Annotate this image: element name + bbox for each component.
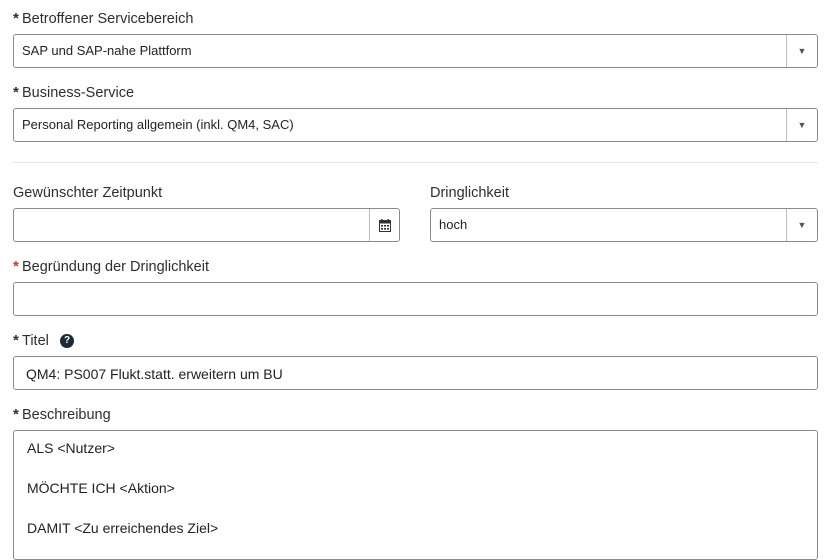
business-service-select[interactable]: Personal Reporting allgemein (inkl. QM4,… <box>13 108 818 142</box>
urgency-label: Dringlichkeit <box>430 185 509 201</box>
description-line: MÖCHTE ICH <Aktion> <box>27 480 175 496</box>
description-textarea[interactable]: ALS <Nutzer> MÖCHTE ICH <Aktion> DAMIT <… <box>13 430 818 560</box>
urgency-reason-input[interactable] <box>13 282 818 316</box>
service-area-label: * Betroffener Servicebereich <box>13 10 194 27</box>
urgency-select[interactable]: hoch ▼ <box>430 208 818 242</box>
business-service-value: Personal Reporting allgemein (inkl. QM4,… <box>22 117 294 132</box>
title-label: * Titel <box>13 332 49 349</box>
description-line: DAMIT <Zu erreichendes Ziel> <box>27 520 219 536</box>
calendar-icon[interactable] <box>369 209 399 241</box>
description-line: ALS <Nutzer> <box>27 440 115 456</box>
title-value: QM4: PS007 Flukt.statt. erweitern um BU <box>26 366 283 382</box>
desired-time-label: Gewünschter Zeitpunkt <box>13 185 163 201</box>
required-marker: * <box>13 332 19 349</box>
urgency-value: hoch <box>439 217 468 232</box>
service-area-select[interactable]: SAP und SAP-nahe Plattform ▼ <box>13 34 818 68</box>
service-area-value: SAP und SAP-nahe Plattform <box>22 43 192 58</box>
urgency-reason-label: * Begründung der Dringlichkeit <box>13 258 209 275</box>
section-divider <box>13 162 818 163</box>
required-marker: * <box>13 258 19 275</box>
help-icon[interactable]: ? <box>60 334 74 348</box>
required-marker: * <box>13 10 19 27</box>
description-label: * Beschreibung <box>13 406 111 423</box>
title-input[interactable]: QM4: PS007 Flukt.statt. erweitern um BU <box>13 356 818 390</box>
business-service-label: * Business-Service <box>13 84 135 101</box>
required-marker: * <box>13 406 19 423</box>
chevron-down-icon[interactable]: ▼ <box>786 209 817 241</box>
required-marker: * <box>13 84 19 101</box>
desired-time-input[interactable] <box>13 208 400 242</box>
chevron-down-icon[interactable]: ▼ <box>786 109 817 141</box>
chevron-down-icon[interactable]: ▼ <box>786 35 817 67</box>
